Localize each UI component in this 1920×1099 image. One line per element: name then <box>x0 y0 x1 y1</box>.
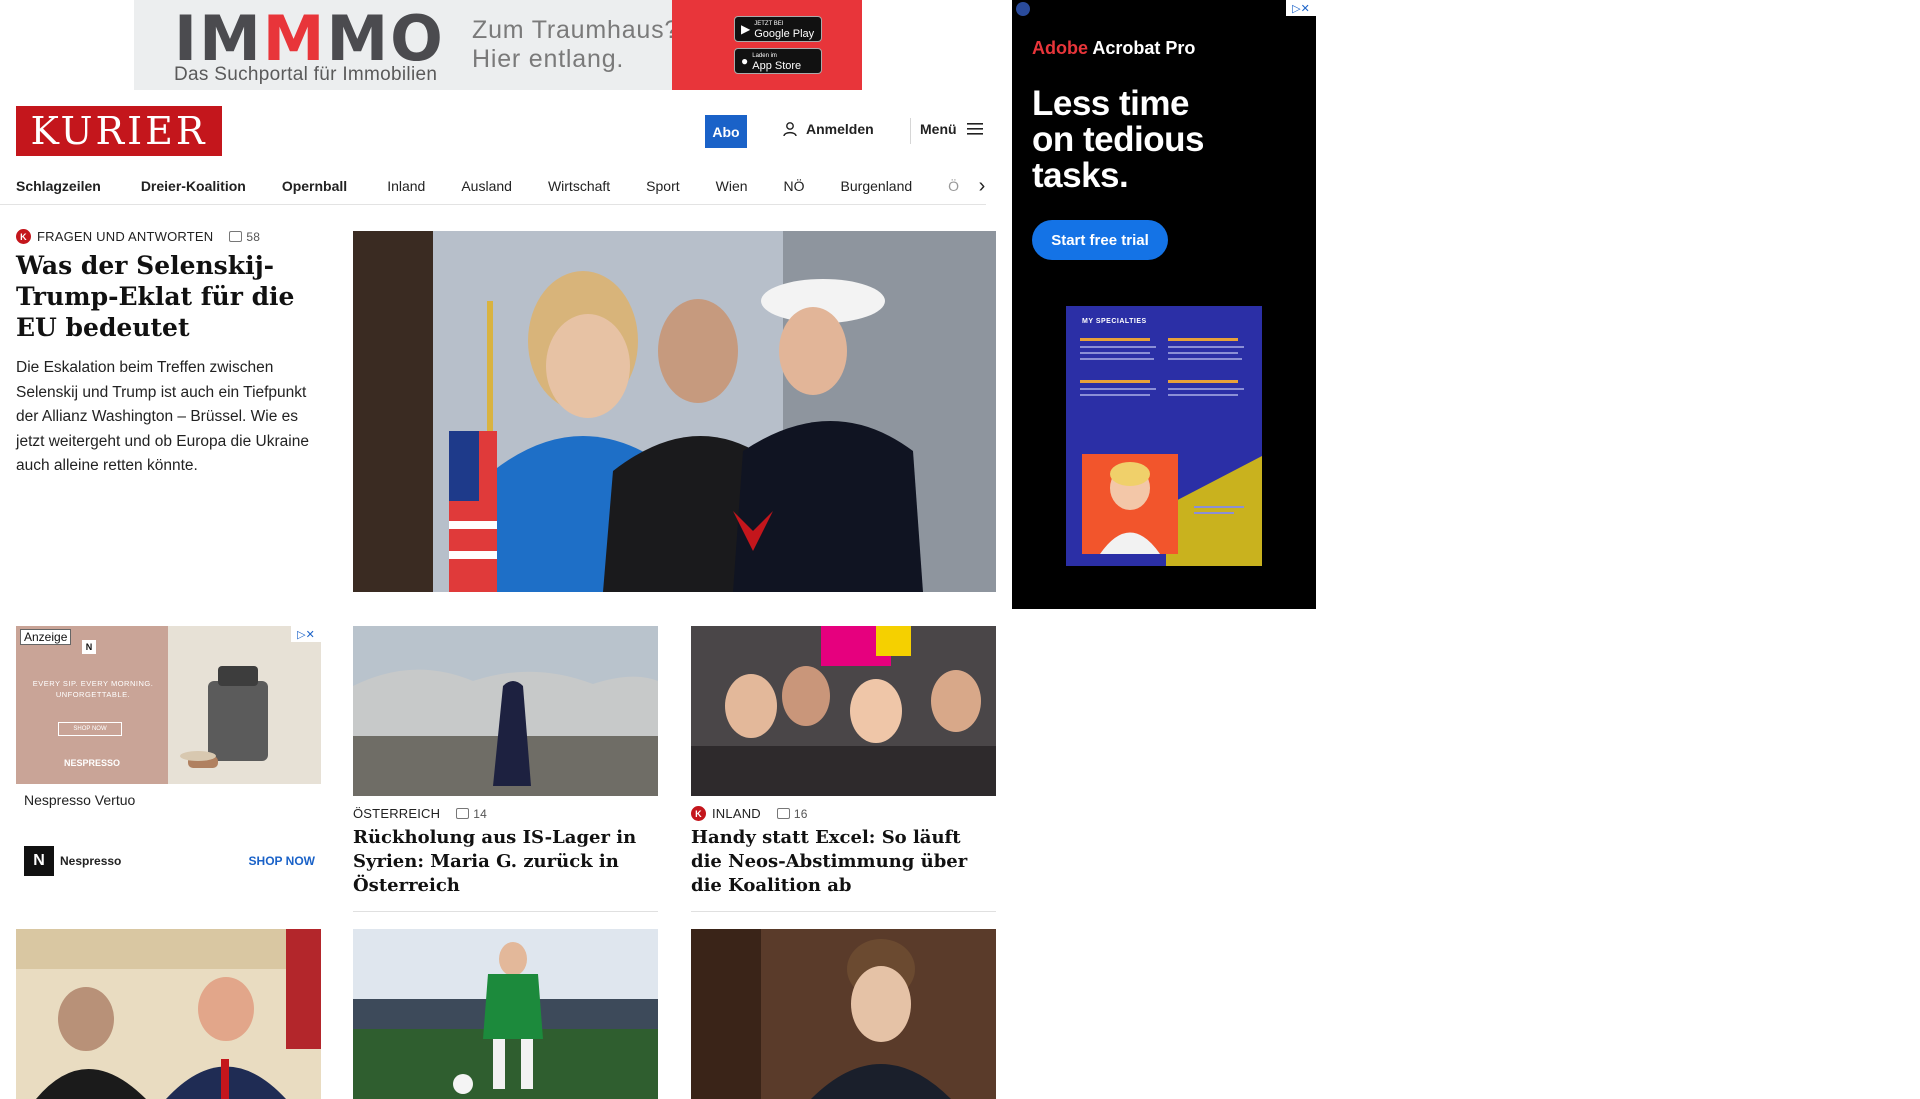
adobe-brand-red: Adobe <box>1032 38 1088 58</box>
user-icon <box>783 122 797 137</box>
nespresso-ad[interactable]: Anzeige N EVERY SIP. EVERY MORNING. UNFO… <box>16 626 321 884</box>
card-image-trump-selenskij[interactable] <box>16 929 321 1099</box>
immmo-slogan: Zum Traumhaus? Hier entlang. <box>472 16 680 73</box>
shop-now-button[interactable]: SHOP NOW <box>249 854 315 868</box>
menu-button[interactable]: Menü <box>920 121 983 137</box>
card1-kicker: ÖSTERREICH 14 <box>353 806 487 821</box>
login-label: Anmelden <box>806 121 874 137</box>
adobe-acrobat-ad[interactable]: ▷✕ Adobe Acrobat Pro Less time on tediou… <box>1012 0 1316 609</box>
nespresso-n-icon: N <box>82 640 96 654</box>
nespresso-logo-icon: N <box>24 846 54 876</box>
card2-comments[interactable]: 16 <box>776 806 808 821</box>
nav-scroll-right-icon[interactable]: › <box>972 168 992 204</box>
card2-kicker: K INLAND 16 <box>691 806 808 821</box>
portrait-photo <box>691 929 996 1099</box>
comment-icon <box>776 808 790 819</box>
kurier-plus-icon: K <box>691 806 706 821</box>
kurier-plus-icon: K <box>16 229 31 244</box>
card-divider <box>353 911 658 912</box>
coffee-machine-illustration <box>180 666 268 768</box>
card-image-football[interactable] <box>353 929 658 1099</box>
adchoices-icon[interactable]: ▷✕ <box>1286 0 1316 16</box>
card-image-portrait[interactable] <box>691 929 996 1099</box>
abo-button[interactable]: Abo <box>705 115 747 148</box>
lead-teaser: Die Eskalation beim Treffen zwischen Sel… <box>16 359 309 474</box>
kurier-logo[interactable]: KURIER <box>16 106 222 156</box>
immmo-store-panel: ▶ JETZT BEI Google Play ● Laden im App S… <box>672 0 862 90</box>
login-button[interactable]: Anmelden <box>782 121 874 137</box>
nav-item-dreier-koalition[interactable]: Dreier-Koalition <box>141 178 246 194</box>
comment-icon <box>456 808 470 819</box>
comment-icon <box>229 231 243 242</box>
card1-comment-count: 14 <box>473 806 487 821</box>
lead-photo <box>353 231 996 592</box>
lead-image[interactable] <box>353 231 996 592</box>
start-free-trial-button[interactable]: Start free trial <box>1032 220 1168 260</box>
adchoices-icon[interactable]: ▷✕ <box>291 626 321 642</box>
card1-headline[interactable]: Rückholung aus IS-Lager in Syrien: Maria… <box>353 826 658 898</box>
immmo-subtitle: Das Suchportal für Immobilien <box>174 64 438 85</box>
oval-office-photo <box>16 929 321 1099</box>
nav-item-opernball[interactable]: Opernball <box>282 178 347 194</box>
google-play-badge[interactable]: ▶ JETZT BEI Google Play <box>734 16 822 42</box>
apple-icon: ● <box>741 54 749 68</box>
adobe-headline-line3: tasks. <box>1032 156 1129 195</box>
adobe-brand: Adobe Acrobat Pro <box>1032 38 1195 59</box>
card2-headline[interactable]: Handy statt Excel: So läuft die Neos-Abs… <box>691 826 996 898</box>
syria-camp-photo <box>353 626 658 796</box>
card-divider <box>691 911 996 912</box>
nespresso-inner-shop-button[interactable]: SHOP NOW <box>58 722 122 736</box>
ad-label: Anzeige <box>20 629 72 645</box>
lead-kicker-label: FRAGEN UND ANTWORTEN <box>37 229 214 244</box>
nespresso-brand: Nespresso <box>60 854 122 868</box>
nespresso-wordmark: NESPRESSO <box>64 758 121 768</box>
card-image-syria[interactable] <box>353 626 658 796</box>
nav-item-ausland[interactable]: Ausland <box>461 178 512 194</box>
adobe-headline-line1: Less time <box>1032 84 1189 123</box>
card2-comment-count: 16 <box>793 806 808 821</box>
nav-item-wien[interactable]: Wien <box>716 178 748 194</box>
nav-item-wirtschaft[interactable]: Wirtschaft <box>548 178 610 194</box>
nespresso-ad-title[interactable]: Nespresso Vertuo <box>24 792 135 808</box>
nespresso-tagline: EVERY SIP. EVERY MORNING. UNFORGETTABLE. <box>32 679 154 699</box>
adobe-headline-line2: on tedious <box>1032 120 1204 159</box>
lead-comments[interactable]: 58 <box>229 230 260 244</box>
nespresso-ad-image[interactable]: Anzeige N EVERY SIP. EVERY MORNING. UNFO… <box>16 626 321 784</box>
menu-label: Menü <box>920 121 957 137</box>
card2-kicker-label: INLAND <box>712 806 761 821</box>
ad-shield-icon <box>1016 2 1030 16</box>
play-icon: ▶ <box>741 22 751 36</box>
nav-item-sport[interactable]: Sport <box>646 178 679 194</box>
lead-comment-count: 58 <box>246 229 261 244</box>
adobe-headline: Less time on tedious tasks. <box>1032 86 1204 194</box>
card1-kicker-label: ÖSTERREICH <box>353 806 441 821</box>
nav-item-schlagzeilen[interactable]: Schlagzeilen <box>16 178 101 194</box>
app-store-badge[interactable]: ● Laden im App Store <box>734 48 822 74</box>
app-store-label: App Store <box>752 60 802 72</box>
google-play-label: Google Play <box>754 28 815 40</box>
section-nav: Schlagzeilen Dreier-Koalition Opernball … <box>16 168 986 204</box>
card1-comments[interactable]: 14 <box>456 807 487 821</box>
coffee-machine-photo <box>168 626 321 784</box>
card-image-neos[interactable] <box>691 626 996 796</box>
doc-illustration <box>1080 338 1262 566</box>
nav-underline <box>0 204 986 205</box>
top-banner-ad[interactable]: IMMMO Das Suchportal für Immobilien Zum … <box>134 0 862 90</box>
nav-item-burgenland[interactable]: Burgenland <box>841 178 913 194</box>
lead-kicker: K FRAGEN UND ANTWORTEN 58 <box>16 229 260 244</box>
adobe-doc-preview: MY SPECIALTIES <box>1066 306 1262 566</box>
football-photo <box>353 929 658 1099</box>
nav-item-noe[interactable]: NÖ <box>784 178 805 194</box>
nav-item-truncated[interactable]: Ö <box>948 178 959 194</box>
header-divider <box>910 118 911 144</box>
nav-item-inland[interactable]: Inland <box>387 178 425 194</box>
lead-headline[interactable]: Was der Selenskij-Trump-Eklat für die EU… <box>16 250 316 343</box>
hamburger-icon <box>966 123 983 135</box>
adobe-product: Acrobat Pro <box>1092 38 1196 58</box>
neos-selfie-photo <box>691 626 996 796</box>
